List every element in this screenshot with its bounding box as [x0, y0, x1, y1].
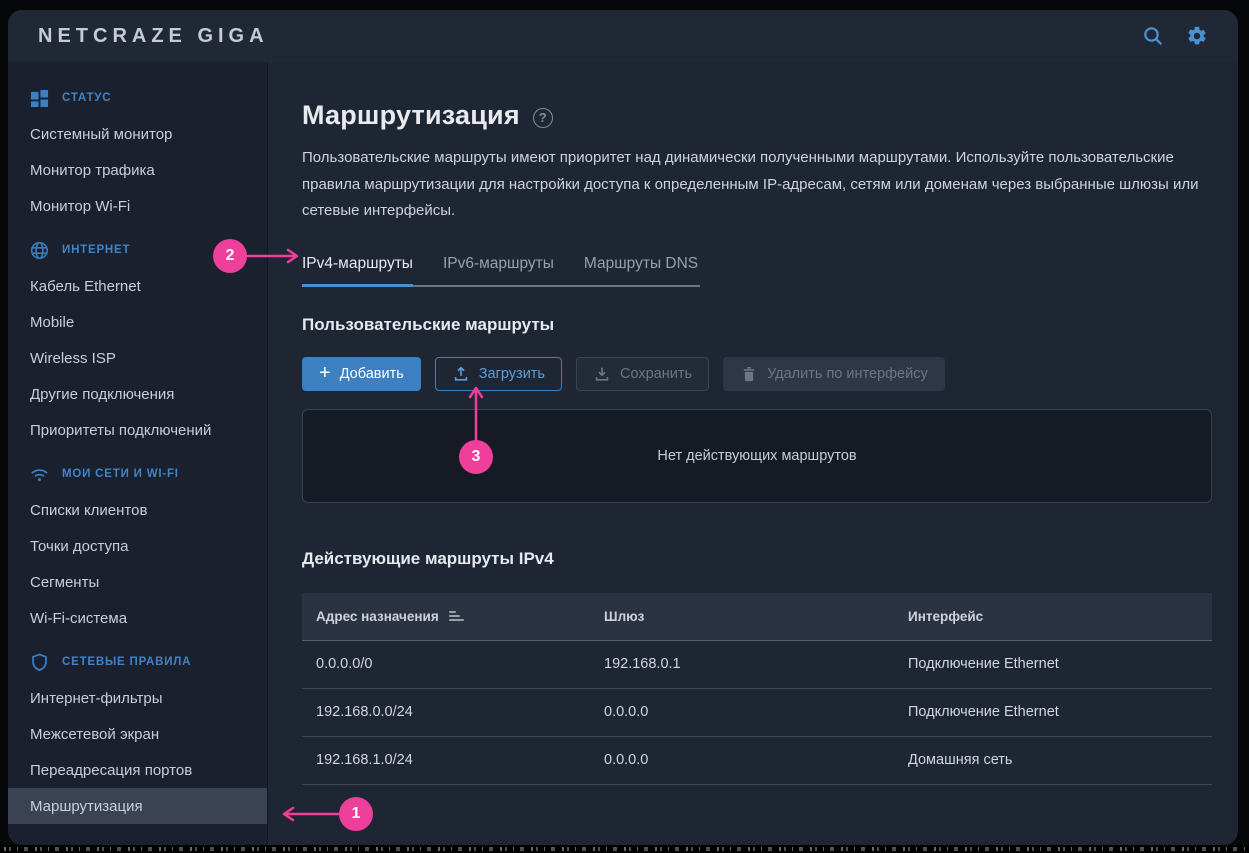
topbar-icons — [1142, 25, 1208, 47]
callout-1: 1 — [339, 797, 373, 831]
app-window: NETCRAZE GIGA — [8, 10, 1238, 845]
cell-interface: Подключение Ethernet — [908, 704, 1212, 720]
tab-dns-routes[interactable]: Маршруты DNS — [584, 255, 698, 287]
save-button: Сохранить — [576, 357, 709, 391]
cell-destination: 192.168.0.0/24 — [302, 704, 604, 720]
sidebar-section-label: СТАТУС — [62, 92, 111, 104]
sidebar-item-ethernet-cable[interactable]: Кабель Ethernet — [8, 268, 267, 304]
sidebar-item-wireless-isp[interactable]: Wireless ISP — [8, 340, 267, 376]
sidebar-item-access-points[interactable]: Точки доступа — [8, 528, 267, 564]
sidebar-item-connection-priorities[interactable]: Приоритеты подключений — [8, 412, 267, 448]
sidebar-item-port-forwarding[interactable]: Переадресация портов — [8, 752, 267, 788]
cell-destination: 0.0.0.0/0 — [302, 656, 604, 672]
cell-interface: Подключение Ethernet — [908, 656, 1212, 672]
sidebar-section-label: ИНТЕРНЕТ — [62, 244, 130, 256]
title-row: Маршрутизация ? — [302, 100, 1212, 131]
upload-icon — [452, 365, 470, 383]
callout-3: 3 — [459, 440, 493, 474]
column-gateway: Шлюз — [604, 609, 908, 624]
cell-gateway: 0.0.0.0 — [604, 704, 908, 720]
cell-destination: 192.168.1.0/24 — [302, 752, 604, 768]
sidebar-item-client-lists[interactable]: Списки клиентов — [8, 492, 267, 528]
upload-button[interactable]: Загрузить — [435, 357, 562, 391]
sidebar-item-segments[interactable]: Сегменты — [8, 564, 267, 600]
add-button[interactable]: + Добавить — [302, 357, 421, 391]
gear-icon[interactable] — [1186, 25, 1208, 47]
sidebar: СТАТУС Системный монитор Монитор трафика… — [8, 62, 268, 845]
clipped-text-strip — [0, 845, 1249, 853]
download-icon — [593, 365, 611, 383]
sidebar-item-traffic-monitor[interactable]: Монитор трафика — [8, 152, 267, 188]
page-description: Пользовательские маршруты имеют приорите… — [302, 145, 1207, 225]
globe-icon — [30, 241, 49, 260]
callout-3-arrow — [466, 382, 486, 444]
sidebar-item-routing[interactable]: Маршрутизация — [8, 788, 267, 824]
column-interface: Интерфейс — [908, 609, 1212, 624]
sidebar-item-other-connections[interactable]: Другие подключения — [8, 376, 267, 412]
sidebar-section-label: МОИ СЕТИ И WI-FI — [62, 468, 179, 480]
upload-button-label: Загрузить — [479, 366, 545, 382]
page-title: Маршрутизация — [302, 100, 520, 131]
topbar: NETCRAZE GIGA — [8, 10, 1238, 62]
user-routes-toolbar: + Добавить Загрузить — [302, 357, 1212, 391]
sidebar-section-network-rules: СЕТЕВЫЕ ПРАВИЛА — [8, 644, 267, 680]
user-routes-heading: Пользовательские маршруты — [302, 315, 1212, 335]
brand-logo: NETCRAZE GIGA — [38, 25, 269, 48]
sidebar-section-status: СТАТУС — [8, 80, 267, 116]
table-row: 0.0.0.0/0 192.168.0.1 Подключение Ethern… — [302, 641, 1212, 689]
help-icon[interactable]: ? — [533, 108, 553, 128]
shield-icon — [30, 653, 49, 672]
tab-bar: IPv4-маршруты IPv6-маршруты Маршруты DNS — [302, 255, 700, 287]
sidebar-item-system-monitor[interactable]: Системный монитор — [8, 116, 267, 152]
table-row: 192.168.1.0/24 0.0.0.0 Домашняя сеть — [302, 737, 1212, 785]
active-routes-heading: Действующие маршруты IPv4 — [302, 549, 1212, 569]
callout-1-arrow — [277, 804, 341, 824]
dashboard-icon — [30, 89, 49, 108]
delete-by-interface-label: Удалить по интерфейсу — [767, 366, 928, 382]
sidebar-section-label: СЕТЕВЫЕ ПРАВИЛА — [62, 656, 191, 668]
tab-ipv4-routes[interactable]: IPv4-маршруты — [302, 255, 413, 287]
cell-gateway: 192.168.0.1 — [604, 656, 908, 672]
empty-state-text: Нет действующих маршрутов — [657, 448, 856, 464]
table-row: 192.168.0.0/24 0.0.0.0 Подключение Ether… — [302, 689, 1212, 737]
sidebar-section-my-networks: МОИ СЕТИ И WI-FI — [8, 456, 267, 492]
cell-interface: Домашняя сеть — [908, 752, 1212, 768]
sidebar-item-firewall[interactable]: Межсетевой экран — [8, 716, 267, 752]
callout-2: 2 — [213, 239, 247, 273]
save-button-label: Сохранить — [620, 366, 692, 382]
sidebar-item-mobile[interactable]: Mobile — [8, 304, 267, 340]
search-icon[interactable] — [1142, 25, 1164, 47]
body-row: СТАТУС Системный монитор Монитор трафика… — [8, 62, 1238, 845]
add-button-label: Добавить — [340, 366, 404, 382]
user-routes-empty-state: Нет действующих маршрутов — [302, 409, 1212, 503]
callout-2-arrow — [246, 246, 304, 266]
wifi-icon — [30, 465, 49, 484]
sidebar-item-wifi-system[interactable]: Wi-Fi-система — [8, 600, 267, 636]
plus-icon: + — [319, 363, 331, 383]
column-destination[interactable]: Адрес назначения — [302, 609, 604, 624]
sort-icon[interactable] — [449, 611, 464, 621]
sidebar-item-wifi-monitor[interactable]: Монитор Wi-Fi — [8, 188, 267, 224]
cell-gateway: 0.0.0.0 — [604, 752, 908, 768]
page-root: NETCRAZE GIGA — [0, 0, 1249, 853]
trash-icon — [740, 365, 758, 383]
main-content: Маршрутизация ? Пользовательские маршрут… — [268, 62, 1238, 845]
tab-ipv6-routes[interactable]: IPv6-маршруты — [443, 255, 554, 287]
sidebar-item-internet-filters[interactable]: Интернет-фильтры — [8, 680, 267, 716]
routes-table-header: Адрес назначения Шлюз Интерфейс — [302, 593, 1212, 641]
delete-by-interface-button: Удалить по интерфейсу — [723, 357, 945, 391]
